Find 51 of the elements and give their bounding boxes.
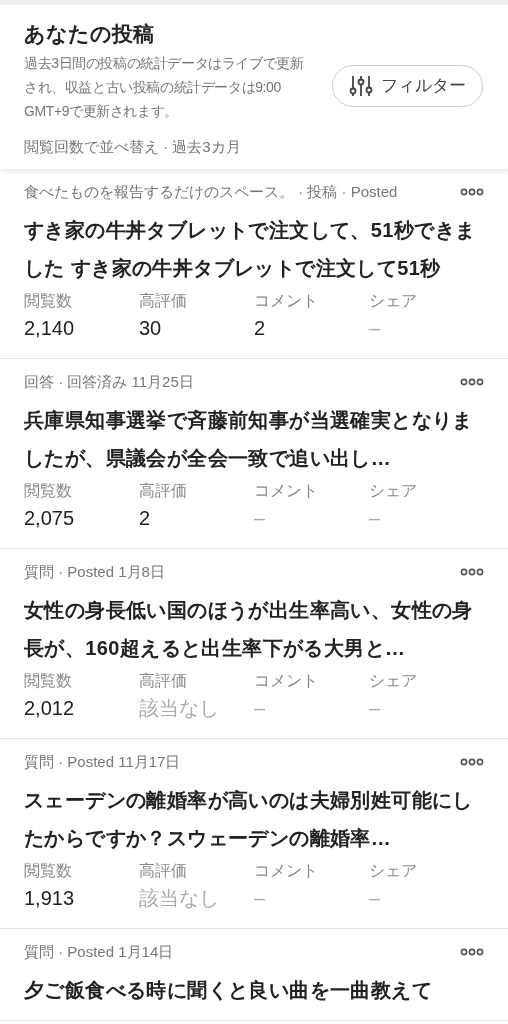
stat-label: 閲覧数 [24,481,73,501]
post-meta: 質問 · Posted 11月17日 [24,751,181,772]
description: 過去3日間の投稿の統計データはライブで更新され、収益と古い投稿の統計データは9:00 GMT+9で更新されます。 [24,54,305,121]
post-title[interactable]: スェーデンの離婚率が高いのは夫婦別姓可能にしたからですか？スウェーデンの離婚率… [24,781,484,857]
more-icon[interactable] [460,568,484,576]
stat-value: 30 [139,316,163,341]
stat-label: コメント [254,291,319,311]
stat-value: – [254,886,267,911]
more-icon[interactable] [460,758,484,766]
stat-value: – [369,506,382,531]
stat-label: 閲覧数 [24,291,73,311]
post-meta: 食べたものを報告するだけのスペース。 · 投稿 · Posted [24,181,398,202]
stat-value: 該当なし [139,886,220,911]
stat-value: – [369,886,382,911]
stat-label: コメント [254,481,319,501]
stat-label: シェア [369,671,418,691]
post-title[interactable]: すき家の牛丼タブレットで注文して、51秒できました すき家の牛丼タブレットで注文して51秒 [24,211,484,287]
stat-value: 2 [254,316,267,341]
stat-label: 閲覧数 [24,671,73,691]
stat-label: 高評価 [139,291,188,311]
post-title[interactable]: 兵庫県知事選挙で斉藤前知事が当選確実となりましたが、県議会が全会一致で追い出し… [24,401,484,477]
stat-value: 2,140 [24,316,76,341]
stat-value: 該当なし [139,696,220,721]
post-title[interactable]: 女性の身長低い国のほうが出生率高い、女性の身長が、160超えると出生率下がる大男と… [24,591,484,667]
stat-value: – [254,696,267,721]
post-title[interactable]: 夕ご飯食べる時に聞くと良い曲を一曲教えて [24,971,484,1009]
stat-value: 2 [139,506,152,531]
stat-label: 高評価 [139,671,188,691]
sort-label[interactable]: 閲覧回数で並べ替え · 過去3カ月 [24,135,484,159]
page-title: あなたの投稿 [24,21,155,48]
stat-value: – [254,506,267,531]
more-icon[interactable] [460,188,484,196]
stat-value: – [369,696,382,721]
stat-label: 閲覧数 [24,861,73,881]
more-icon[interactable] [460,948,484,956]
post-meta: 回答 · 回答済み 11月25日 [24,371,194,392]
post-meta: 質問 · Posted 1月8日 [24,561,165,582]
post-meta: 質問 · Posted 1月14日 [24,941,174,962]
stat-label: シェア [369,481,418,501]
stat-label: コメント [254,861,319,881]
stat-label: シェア [369,291,418,311]
sliders-icon [349,75,373,97]
stat-value: 2,012 [24,696,76,721]
stat-label: 高評価 [139,861,188,881]
more-icon[interactable] [460,378,484,386]
stat-label: 高評価 [139,481,188,501]
stat-value: – [369,316,382,341]
stat-label: シェア [369,861,418,881]
stat-value: 2,075 [24,506,76,531]
stat-value: 1,913 [24,886,76,911]
stat-label: コメント [254,671,319,691]
